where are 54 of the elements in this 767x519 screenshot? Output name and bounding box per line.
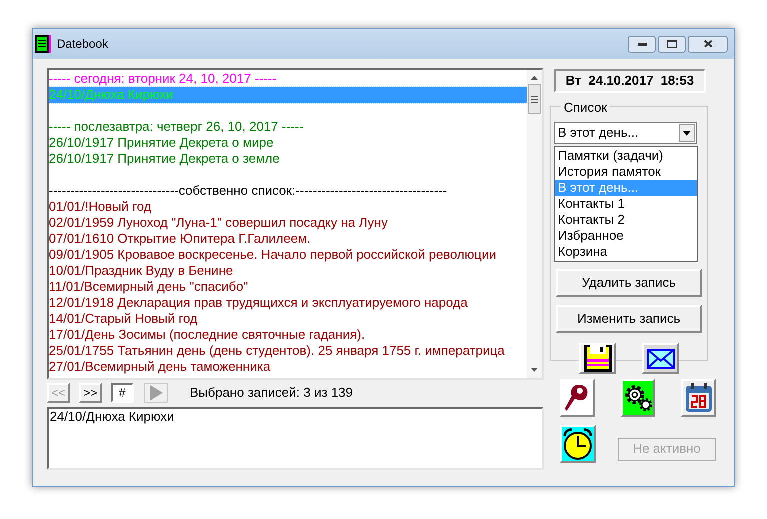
nav-button[interactable]: >> bbox=[79, 383, 102, 403]
nav-button[interactable]: # bbox=[111, 383, 134, 403]
window-title: Datebook bbox=[57, 36, 108, 53]
list-item[interactable]: 10/01/Праздник Вуду в Бенине bbox=[49, 263, 527, 279]
dropdown-option[interactable]: Контакты 2 bbox=[555, 212, 697, 228]
notebook-icon bbox=[35, 35, 51, 53]
close-icon bbox=[704, 40, 712, 48]
play-icon bbox=[149, 385, 163, 401]
list-item[interactable]: 07/01/1610 Открытие Юпитера Г.Галилеем. bbox=[49, 231, 527, 247]
settings-icon bbox=[623, 384, 653, 412]
list-item[interactable]: 26/10/1917 Принятие Декрета о мире bbox=[49, 135, 527, 151]
scroll-down-icon[interactable] bbox=[531, 368, 538, 372]
list-item[interactable]: 02/01/1959 Луноход "Луна-1" совершил посадку на Луну bbox=[49, 215, 527, 231]
dropdown-option[interactable]: История памяток bbox=[555, 164, 697, 180]
list-dropdown[interactable]: В этот день... bbox=[554, 122, 697, 144]
list-section-header[interactable]: ----- послезавтра: четверг 26, 10, 2017 ----- bbox=[49, 119, 527, 135]
reminder-button[interactable] bbox=[560, 379, 595, 417]
clock-display: Вт 24.10.2017 18:53 bbox=[554, 69, 706, 93]
email-button[interactable] bbox=[642, 343, 679, 374]
scroll-thumb[interactable] bbox=[528, 84, 541, 114]
calendar-button[interactable] bbox=[681, 379, 716, 417]
scroll-up-icon[interactable] bbox=[531, 76, 538, 80]
dropdown-option[interactable]: Избранное bbox=[555, 228, 697, 244]
list-section-header[interactable]: ------------------------------собственно список:----------------------------------- bbox=[49, 183, 527, 199]
maximize-button[interactable] bbox=[658, 36, 686, 52]
settings-button[interactable] bbox=[620, 379, 656, 417]
action-button[interactable]: Изменить запись bbox=[556, 305, 702, 333]
list-item[interactable]: 27/01/Всемирный день таможенника bbox=[49, 359, 527, 375]
close-button[interactable] bbox=[688, 36, 728, 52]
dropdown-option[interactable]: Контакты 1 bbox=[555, 196, 697, 212]
alarm-clock-icon bbox=[562, 428, 594, 460]
scrollbar[interactable] bbox=[527, 70, 542, 378]
list-item[interactable]: 11/01/Всемирный день "спасибо" bbox=[49, 279, 527, 295]
save-button[interactable] bbox=[579, 343, 616, 374]
dropdown-arrow-icon bbox=[683, 130, 691, 136]
list-item[interactable]: 14/01/Старый Новый год bbox=[49, 311, 527, 327]
floppy-disk-icon bbox=[584, 345, 612, 372]
list-item[interactable]: 26/10/1917 Принятие Декрета о земле bbox=[49, 151, 527, 167]
action-button[interactable]: Удалить запись bbox=[556, 269, 702, 297]
minimize-icon bbox=[638, 42, 646, 46]
minimize-button[interactable] bbox=[628, 36, 656, 52]
maximize-icon bbox=[667, 40, 677, 48]
calendar-icon bbox=[684, 383, 713, 413]
selection-count: Выбрано записей: 3 из 139 bbox=[190, 384, 354, 402]
list-item[interactable]: 17/01/День Зосимы (последние святочные гадания). bbox=[49, 327, 527, 343]
list-item[interactable]: 12/01/1918 Декларация прав трудящихся и эксплуатируемого народа bbox=[49, 295, 527, 311]
memo-field[interactable]: 24/10/Днюха Кирюхи bbox=[47, 407, 544, 470]
alarm-button[interactable] bbox=[560, 425, 596, 463]
list-item[interactable]: 01/01/!Новый год bbox=[49, 199, 527, 215]
list-item[interactable]: 25/01/1755 Татьянин день (день студентов). 25 января 1755 г. императрица bbox=[49, 343, 527, 359]
list-item[interactable]: 09/01/1905 Кровавое воскресенье. Начало первой российской революции bbox=[49, 247, 527, 263]
dropdown-option[interactable]: Корзина bbox=[555, 244, 697, 260]
envelope-icon bbox=[646, 348, 674, 368]
dropdown-option[interactable]: Памятки (задачи) bbox=[555, 148, 697, 164]
